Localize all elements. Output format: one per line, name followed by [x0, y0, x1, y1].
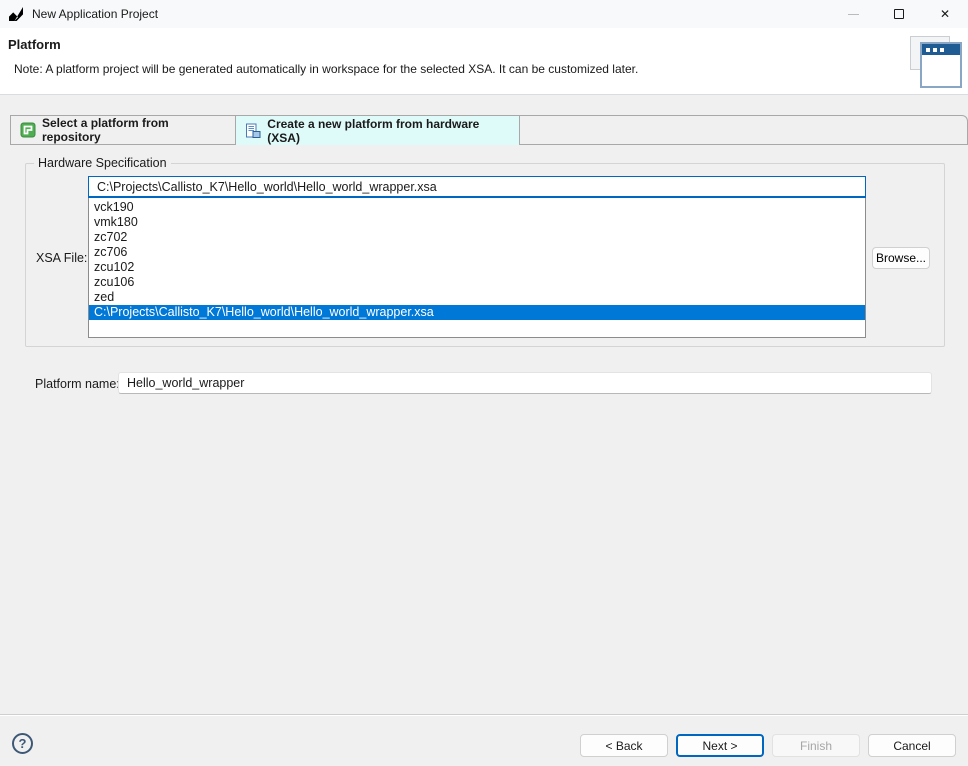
- platform-tab-bar: Select a platform from repository Create…: [10, 115, 968, 145]
- dialog-footer: ? < Back Next > Finish Cancel: [0, 714, 968, 766]
- new-hardware-platform-icon: [245, 123, 261, 139]
- wizard-header: Platform Note: A platform project will b…: [0, 28, 968, 95]
- platform-name-value: Hello_world_wrapper: [127, 376, 244, 390]
- new-window-wizard-icon: [904, 34, 962, 90]
- tab-bar-empty-strip: [520, 115, 968, 145]
- platform-name-input[interactable]: Hello_world_wrapper: [118, 372, 932, 394]
- dropdown-item[interactable]: vck190: [89, 200, 865, 215]
- dropdown-item[interactable]: vmk180: [89, 215, 865, 230]
- page-title: Platform: [8, 37, 61, 52]
- platform-name-label: Platform name:: [35, 377, 120, 391]
- group-label: Hardware Specification: [34, 156, 171, 170]
- dropdown-item[interactable]: C:\Projects\Callisto_K7\Hello_world\Hell…: [89, 305, 865, 320]
- maximize-icon: [894, 9, 904, 19]
- help-button[interactable]: ?: [12, 733, 33, 754]
- minimize-button[interactable]: [830, 0, 876, 28]
- dropdown-item[interactable]: zed: [89, 290, 865, 305]
- dropdown-item[interactable]: zc706: [89, 245, 865, 260]
- dropdown-item[interactable]: zcu102: [89, 260, 865, 275]
- close-icon: ✕: [940, 8, 950, 20]
- minimize-icon: [848, 14, 859, 15]
- dropdown-item[interactable]: zcu106: [89, 275, 865, 290]
- amd-logo-icon: [8, 6, 24, 22]
- xsa-file-combo-value: C:\Projects\Callisto_K7\Hello_world\Hell…: [97, 180, 437, 194]
- xsa-file-label: XSA File:: [36, 251, 87, 265]
- platform-repository-icon: [20, 122, 36, 138]
- next-button[interactable]: Next >: [676, 734, 764, 757]
- browse-button[interactable]: Browse...: [872, 247, 930, 269]
- tab-label: Create a new platform from hardware (XSA…: [267, 117, 509, 145]
- close-button[interactable]: ✕: [922, 0, 968, 28]
- tab-select-platform-from-repository[interactable]: Select a platform from repository: [10, 115, 235, 145]
- xsa-file-dropdown-list[interactable]: vck190vmk180zc702zc706zcu102zcu106zedC:\…: [88, 198, 866, 338]
- title-bar[interactable]: New Application Project ✕: [0, 0, 968, 28]
- new-application-project-dialog: New Application Project ✕ Platform Note:…: [0, 0, 968, 766]
- back-button[interactable]: < Back: [580, 734, 668, 757]
- tab-create-platform-from-hardware[interactable]: Create a new platform from hardware (XSA…: [235, 115, 519, 145]
- question-mark-icon: ?: [19, 736, 27, 751]
- foreground-window-graphic: [920, 42, 962, 88]
- maximize-button[interactable]: [876, 0, 922, 28]
- tab-label: Select a platform from repository: [42, 116, 226, 144]
- finish-button: Finish: [772, 734, 860, 757]
- window-title: New Application Project: [32, 7, 158, 21]
- dropdown-item[interactable]: zc702: [89, 230, 865, 245]
- cancel-button[interactable]: Cancel: [868, 734, 956, 757]
- xsa-file-combo[interactable]: C:\Projects\Callisto_K7\Hello_world\Hell…: [88, 176, 866, 198]
- page-note: Note: A platform project will be generat…: [14, 62, 638, 76]
